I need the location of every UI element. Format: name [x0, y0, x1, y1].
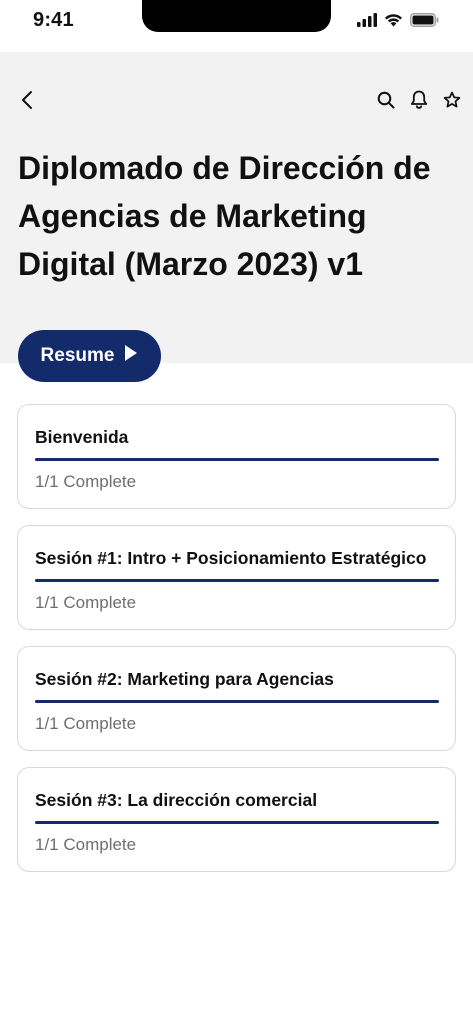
back-button[interactable]: [14, 89, 40, 115]
battery-icon: [410, 13, 439, 32]
resume-button-label: Resume: [40, 345, 115, 366]
module-title: Sesión #1: Intro + Posicionamiento Estra…: [35, 548, 427, 568]
module-card-sesion-2[interactable]: Sesión #2: Marketing para Agencias 1/1 C…: [17, 646, 456, 751]
module-progress-bar: [35, 579, 439, 582]
module-status: 1/1 Complete: [35, 714, 137, 733]
signal-icon: [357, 13, 377, 32]
module-status: 1/1 Complete: [35, 593, 137, 612]
course-screen: 9:41 Diplomado de Dirección de Agencias …: [0, 0, 473, 1024]
resume-button[interactable]: Resume: [18, 330, 161, 382]
module-progress-bar: [35, 821, 439, 824]
module-progress-fill: [35, 458, 439, 461]
module-progress-fill: [35, 821, 439, 824]
module-progress-fill: [35, 579, 439, 582]
star-icon: [443, 91, 461, 114]
favorite-button[interactable]: [438, 89, 465, 115]
status-time: 9:41: [33, 9, 74, 31]
notifications-button[interactable]: [405, 89, 432, 115]
chevron-left-icon: [20, 90, 34, 115]
search-icon: [377, 91, 395, 114]
module-card-sesion-1[interactable]: Sesión #1: Intro + Posicionamiento Estra…: [17, 525, 456, 630]
bell-icon: [410, 90, 428, 114]
module-card-bienvenida[interactable]: Bienvenida 1/1 Complete: [17, 404, 456, 509]
module-status: 1/1 Complete: [35, 472, 137, 491]
play-icon: [124, 344, 138, 368]
status-icons: [357, 13, 439, 32]
module-list: Bienvenida 1/1 Complete Sesión #1: Intro…: [17, 404, 456, 888]
module-title: Sesión #2: Marketing para Agencias: [35, 669, 334, 689]
module-progress-fill: [35, 700, 439, 703]
status-bar: 9:41: [0, 0, 473, 52]
module-card-sesion-3[interactable]: Sesión #3: La dirección comercial 1/1 Co…: [17, 767, 456, 872]
wifi-icon: [384, 13, 403, 32]
header-actions: [372, 89, 465, 115]
module-title: Sesión #3: La dirección comercial: [35, 790, 318, 810]
module-progress-bar: [35, 700, 439, 703]
device-notch: [142, 0, 331, 32]
search-button[interactable]: [372, 89, 399, 115]
course-header: Diplomado de Dirección de Agencias de Ma…: [0, 52, 473, 363]
module-progress-bar: [35, 458, 439, 461]
module-title: Bienvenida: [35, 427, 129, 447]
module-status: 1/1 Complete: [35, 835, 137, 854]
course-title: Diplomado de Dirección de Agencias de Ma…: [18, 150, 431, 282]
